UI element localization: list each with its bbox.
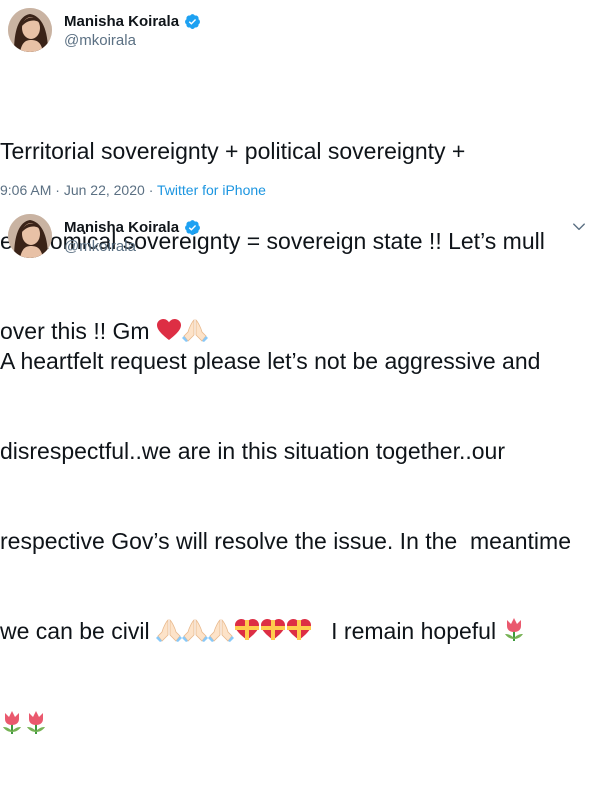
tweet-text-line <box>0 709 571 742</box>
display-name[interactable]: Manisha Koirala <box>64 13 179 30</box>
tweet-text-line: we can be civil I remain hopeful <box>0 616 571 649</box>
folded-hands-emoji <box>181 618 208 649</box>
gift-heart-emoji <box>260 618 286 649</box>
meta-separator: · <box>55 182 60 198</box>
gift-heart-emoji <box>234 618 260 649</box>
folded-hands-emoji <box>207 618 234 649</box>
tweet-text: A heartfelt request please let’s not be … <box>0 286 571 802</box>
folded-hands-emoji <box>155 618 182 649</box>
avatar[interactable] <box>8 214 52 258</box>
tweet-text-line: Territorial sovereignty + political sove… <box>0 138 466 164</box>
tweet-text-line: disrespectful..we are in this situation … <box>0 438 506 464</box>
chevron-down-icon[interactable] <box>572 220 586 234</box>
handle[interactable]: @mkoirala <box>64 238 136 255</box>
gift-heart-emoji <box>286 618 312 649</box>
tweet-date[interactable]: Jun 22, 2020 <box>64 182 145 198</box>
tweet-time[interactable]: 9:06 AM <box>0 182 51 198</box>
tulip-emoji <box>502 616 526 649</box>
avatar[interactable] <box>8 8 52 52</box>
tweet-text-fragment: we can be civil <box>0 618 150 644</box>
handle[interactable]: @mkoirala <box>64 32 136 49</box>
tweet-text-line: respective Gov’s will resolve the issue.… <box>0 528 571 554</box>
verified-badge-icon <box>184 13 201 30</box>
display-name[interactable]: Manisha Koirala <box>64 219 179 236</box>
author-name-row: Manisha Koirala <box>64 10 201 32</box>
tweet-text-line: A heartfelt request please let’s not be … <box>0 348 541 374</box>
tweet-source-link[interactable]: Twitter for iPhone <box>157 182 266 198</box>
tulip-emoji <box>0 709 24 742</box>
meta-separator: · <box>148 182 154 198</box>
verified-badge-icon <box>184 219 201 236</box>
tweet-meta: 9:06 AM · Jun 22, 2020 · Twitter for iPh… <box>0 182 266 198</box>
tulip-emoji <box>24 709 48 742</box>
tweet-text-fragment: I remain hopeful <box>331 618 497 644</box>
author-name-row: Manisha Koirala <box>64 216 201 238</box>
